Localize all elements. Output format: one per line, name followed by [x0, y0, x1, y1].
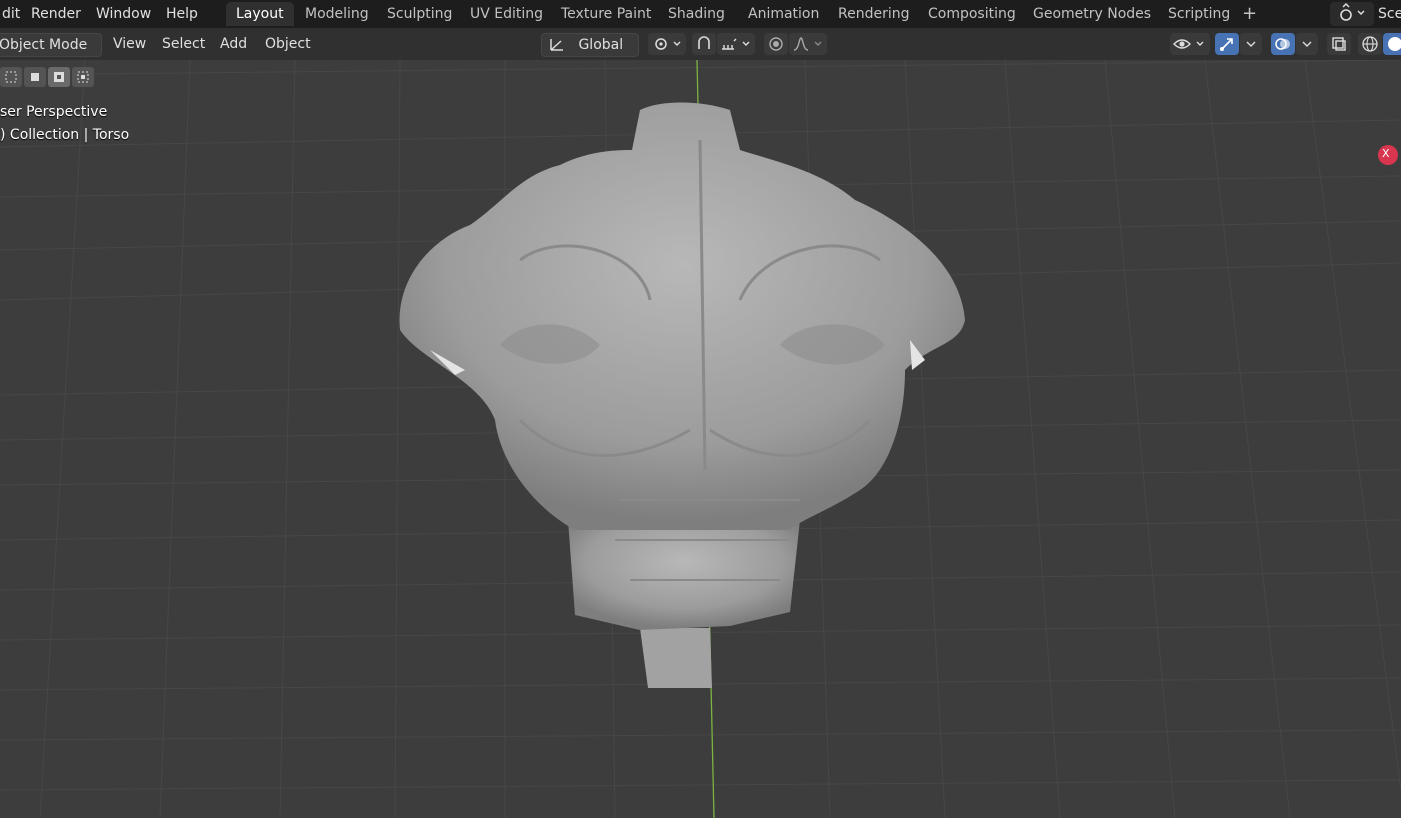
selection-mode-group [0, 67, 94, 87]
object-menu[interactable]: Object [259, 33, 317, 55]
tab-modeling[interactable]: Modeling [295, 2, 379, 26]
snap-toggle-icon[interactable] [692, 33, 716, 55]
view-menu[interactable]: View [107, 33, 152, 55]
tab-geometry-nodes[interactable]: Geometry Nodes [1023, 2, 1161, 26]
falloff-icon[interactable] [789, 33, 827, 55]
xray-toggle-icon[interactable] [1327, 33, 1351, 55]
select-intersect-icon[interactable] [72, 67, 94, 87]
tab-compositing[interactable]: Compositing [918, 2, 1026, 26]
solid-shading-icon[interactable] [1383, 33, 1401, 55]
select-new-icon[interactable] [0, 67, 22, 87]
add-workspace-button[interactable]: + [1232, 2, 1267, 26]
menu-help[interactable]: Help [160, 3, 204, 25]
menu-render[interactable]: Render [25, 3, 87, 25]
tab-animation[interactable]: Animation [738, 2, 829, 26]
scene-selector-icon[interactable] [1330, 2, 1374, 26]
orientation-label: Global [578, 37, 624, 53]
proportional-edit-icon[interactable] [764, 33, 788, 55]
tab-scripting[interactable]: Scripting [1158, 2, 1240, 26]
select-extend-icon[interactable] [24, 67, 46, 87]
menu-window[interactable]: Window [90, 3, 157, 25]
select-subtract-icon[interactable] [48, 67, 70, 87]
collection-label: ) Collection | Torso [0, 127, 130, 143]
mode-dropdown[interactable]: Object Mode▼ [0, 33, 102, 74]
viewport-scene [0, 60, 1401, 818]
gizmo-toggle-icon[interactable] [1215, 33, 1239, 55]
tab-shading[interactable]: Shading [658, 2, 735, 26]
3d-viewport[interactable]: ser Perspective ) Collection | Torso X [0, 60, 1401, 818]
select-menu[interactable]: Select [156, 33, 211, 55]
snap-target-icon[interactable] [717, 33, 755, 55]
chevron-down-icon[interactable] [1296, 33, 1318, 55]
perspective-label: ser Perspective [0, 104, 108, 120]
add-menu[interactable]: Add [214, 33, 253, 55]
torso-mesh [399, 102, 965, 688]
visibility-icon[interactable] [1170, 33, 1210, 55]
chevron-down-icon[interactable] [1240, 33, 1262, 55]
pivot-point-icon[interactable] [648, 33, 686, 55]
scene-name[interactable]: Sce [1372, 3, 1401, 25]
viewport-header: Object Mode▼ View Select Add Object Glob… [0, 28, 1401, 74]
transform-orientation-dropdown[interactable]: Global▼ [541, 33, 639, 74]
tab-texture-paint[interactable]: Texture Paint [551, 2, 661, 26]
tab-rendering[interactable]: Rendering [828, 2, 920, 26]
tab-layout[interactable]: Layout [226, 2, 294, 26]
orientation-icon [550, 39, 563, 51]
top-bar: dit Render Window Help Layout Modeling S… [0, 0, 1401, 28]
mode-label: Object Mode [0, 37, 88, 53]
tab-sculpting[interactable]: Sculpting [377, 2, 462, 26]
overlays-toggle-icon[interactable] [1271, 33, 1295, 55]
tab-uv-editing[interactable]: UV Editing [460, 2, 553, 26]
menu-edit[interactable]: dit [0, 3, 26, 25]
gizmo-x-label[interactable]: X [1382, 147, 1390, 160]
wireframe-shading-icon[interactable] [1358, 33, 1382, 55]
